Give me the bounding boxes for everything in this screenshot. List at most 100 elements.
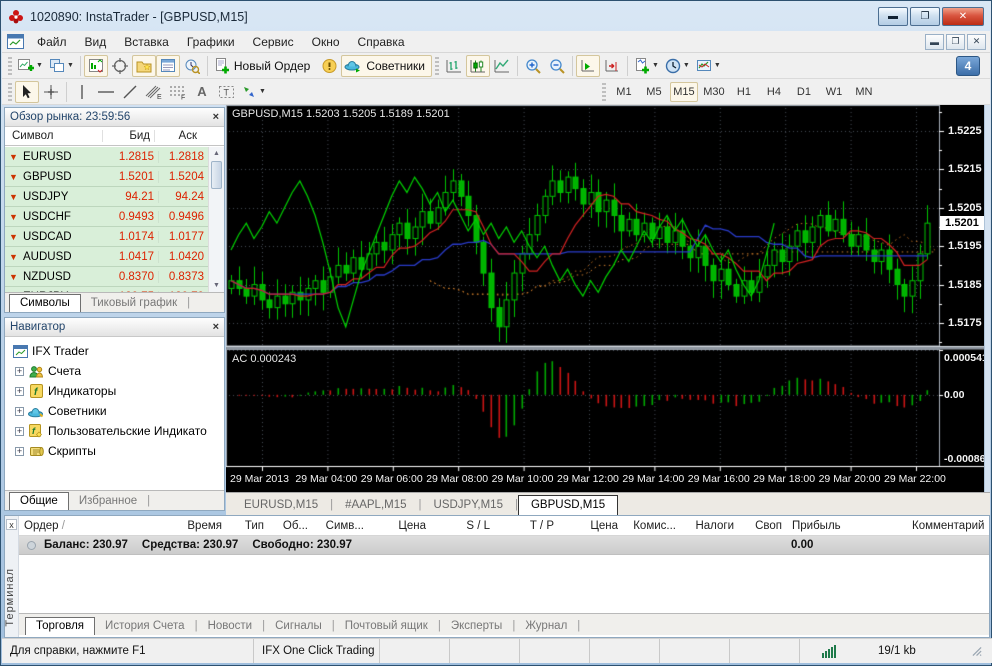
navigator-item-scripts[interactable]: + Скрипты bbox=[9, 441, 224, 461]
market-watch-row[interactable]: ▼ GBPUSD 1.5201 1.5204 bbox=[5, 167, 208, 187]
expert-advisors-button[interactable]: Советники bbox=[341, 54, 432, 77]
fibonacci-tool[interactable]: F bbox=[166, 81, 190, 103]
market-watch-scrollbar[interactable]: ▲ ▼ bbox=[208, 147, 224, 292]
toolbar-grip[interactable] bbox=[8, 56, 12, 75]
child-minimize-button[interactable]: ▬ bbox=[925, 33, 944, 50]
market-watch-row[interactable]: ▼ EURUSD 1.2815 1.2818 bbox=[5, 147, 208, 167]
chart-tab[interactable]: USDJPY,M15 bbox=[422, 496, 515, 515]
data-window-button[interactable] bbox=[108, 55, 132, 77]
navigator-toggle[interactable] bbox=[131, 54, 156, 77]
column-bid[interactable]: Бид bbox=[103, 130, 155, 142]
scroll-down-icon[interactable]: ▼ bbox=[209, 279, 224, 292]
terminal-column-11[interactable]: Своп bbox=[739, 520, 787, 532]
menu-item-Графики[interactable]: Графики bbox=[178, 32, 244, 52]
maximize-button[interactable]: ❐ bbox=[910, 7, 940, 26]
line-chart-type-button[interactable] bbox=[490, 55, 514, 77]
timeframe-button-M5[interactable]: M5 bbox=[640, 82, 668, 102]
terminal-column-1[interactable]: Время bbox=[119, 520, 227, 532]
toolbar-grip[interactable] bbox=[601, 82, 606, 101]
timeframe-button-M1[interactable]: M1 bbox=[610, 82, 638, 102]
alert-icon[interactable] bbox=[317, 55, 341, 77]
terminal-tab[interactable]: Новости bbox=[198, 618, 263, 635]
chart-window[interactable]: GBPUSD,M15 1.5203 1.5205 1.5189 1.5201 A… bbox=[226, 105, 988, 492]
periods-button[interactable]: ▼ bbox=[662, 55, 693, 77]
cursor-tool-button[interactable] bbox=[15, 80, 39, 103]
market-watch-header[interactable]: Обзор рынка: 23:59:56 × bbox=[5, 108, 224, 127]
terminal-column-9[interactable]: Комис... bbox=[623, 520, 681, 532]
channel-tool[interactable]: E bbox=[142, 81, 166, 103]
price-chart-canvas[interactable] bbox=[226, 105, 984, 492]
market-watch-column-header[interactable]: Символ Бид Аск bbox=[5, 127, 224, 146]
navigator-item-indicators[interactable]: + f Индикаторы bbox=[9, 381, 224, 401]
timeframe-button-W1[interactable]: W1 bbox=[820, 82, 848, 102]
timeframe-button-H4[interactable]: H4 bbox=[760, 82, 788, 102]
new-order-button[interactable]: Новый Ордер bbox=[211, 55, 317, 77]
timeframe-button-MN[interactable]: MN bbox=[850, 82, 878, 102]
bar-chart-type-button[interactable] bbox=[442, 55, 466, 77]
terminal-column-4[interactable]: Симв... bbox=[313, 520, 369, 532]
terminal-column-3[interactable]: Об... bbox=[269, 520, 313, 532]
chart-shift-button[interactable] bbox=[600, 55, 624, 77]
indicators-button[interactable]: ▼ bbox=[631, 55, 662, 77]
child-window-icon[interactable] bbox=[7, 34, 24, 49]
menu-item-Справка[interactable]: Справка bbox=[349, 32, 414, 52]
balance-row[interactable]: Баланс: 230.97 Средства: 230.97 Свободно… bbox=[19, 536, 989, 555]
market-watch-row[interactable]: ▼ USDJPY 94.21 94.24 bbox=[5, 187, 208, 207]
menu-item-Вставка[interactable]: Вставка bbox=[115, 32, 178, 52]
terminal-tab[interactable]: Журнал bbox=[515, 618, 577, 635]
zoom-in-button[interactable] bbox=[521, 55, 545, 77]
terminal-tab[interactable]: Почтовый ящик bbox=[335, 618, 438, 635]
navigator-item-accounts[interactable]: + Счета bbox=[9, 361, 224, 381]
title-bar[interactable]: 1020890: InstaTrader - [GBPUSD,M15] ▬ ❐ … bbox=[2, 2, 990, 31]
terminal-column-header[interactable]: Ордер / Время Тип Об... Симв... Цена S / LT / … bbox=[19, 516, 989, 536]
menu-item-Окно[interactable]: Окно bbox=[303, 32, 349, 52]
terminal-column-6[interactable]: S / L bbox=[431, 520, 495, 532]
market-watch-row[interactable]: ▼ USDCHF 0.9493 0.9496 bbox=[5, 207, 208, 227]
column-symbol[interactable]: Символ bbox=[5, 130, 103, 142]
profiles-button[interactable]: ▼ bbox=[46, 55, 77, 77]
terminal-tab[interactable]: История Счета bbox=[95, 618, 195, 635]
scroll-up-icon[interactable]: ▲ bbox=[209, 147, 224, 160]
terminal-column-0[interactable]: Ордер / bbox=[19, 520, 119, 532]
navigator-root-item[interactable]: IFX Trader bbox=[9, 341, 224, 361]
arrows-tool-button[interactable]: ▼ bbox=[238, 81, 269, 103]
terminal-close-icon[interactable]: x bbox=[6, 519, 17, 530]
market-watch-row[interactable]: ▼ NZDUSD 0.8370 0.8373 bbox=[5, 267, 208, 287]
menu-item-Вид[interactable]: Вид bbox=[76, 32, 116, 52]
terminal-column-2[interactable]: Тип bbox=[227, 520, 269, 532]
menu-item-Файл[interactable]: Файл bbox=[28, 32, 76, 52]
notifications-badge[interactable]: 4 bbox=[956, 55, 980, 76]
child-restore-button[interactable]: ❐ bbox=[946, 33, 965, 50]
menu-item-Сервис[interactable]: Сервис bbox=[244, 32, 303, 52]
zoom-out-button[interactable] bbox=[545, 55, 569, 77]
resize-grip[interactable] bbox=[970, 644, 984, 659]
terminal-column-12[interactable]: Прибыль bbox=[787, 520, 907, 532]
text-label-tool[interactable]: T bbox=[214, 81, 238, 103]
terminal-tab[interactable]: Эксперты bbox=[441, 618, 512, 635]
chart-tab[interactable]: #AAPL,M15 bbox=[333, 496, 418, 515]
chart-tab-active[interactable]: GBPUSD,M15 bbox=[517, 495, 619, 515]
market-watch-tab-active[interactable]: Символы bbox=[9, 294, 81, 312]
column-ask[interactable]: Аск bbox=[155, 130, 201, 142]
chart-tab[interactable]: EURUSD,M15 bbox=[232, 496, 330, 515]
templates-button[interactable]: ▼ bbox=[693, 55, 724, 77]
tree-expand-icon[interactable]: + bbox=[15, 426, 24, 436]
vertical-line-tool[interactable] bbox=[70, 81, 94, 103]
child-close-button[interactable]: ✕ bbox=[967, 33, 986, 50]
market-watch-close-icon[interactable]: × bbox=[213, 111, 219, 123]
candlestick-type-button[interactable] bbox=[465, 54, 490, 77]
scrollbar-thumb[interactable] bbox=[211, 161, 222, 189]
navigator-item-advisors[interactable]: + Советники bbox=[9, 401, 224, 421]
toolbar-grip[interactable] bbox=[434, 56, 439, 75]
market-watch-row[interactable]: ▼ AUDUSD 1.0417 1.0420 bbox=[5, 247, 208, 267]
close-button[interactable]: ✕ bbox=[942, 7, 984, 26]
trendline-tool[interactable] bbox=[118, 81, 142, 103]
tree-expand-icon[interactable]: + bbox=[15, 446, 24, 456]
terminal-column-7[interactable]: T / P bbox=[495, 520, 559, 532]
terminal-toggle[interactable] bbox=[155, 54, 180, 77]
market-watch-tab[interactable]: Тиковый график bbox=[81, 295, 187, 312]
chart-scroll-strip[interactable] bbox=[984, 105, 990, 492]
terminal-column-10[interactable]: Налоги bbox=[681, 520, 739, 532]
minimize-button[interactable]: ▬ bbox=[878, 7, 908, 26]
timeframe-button-M15[interactable]: M15 bbox=[669, 81, 698, 102]
